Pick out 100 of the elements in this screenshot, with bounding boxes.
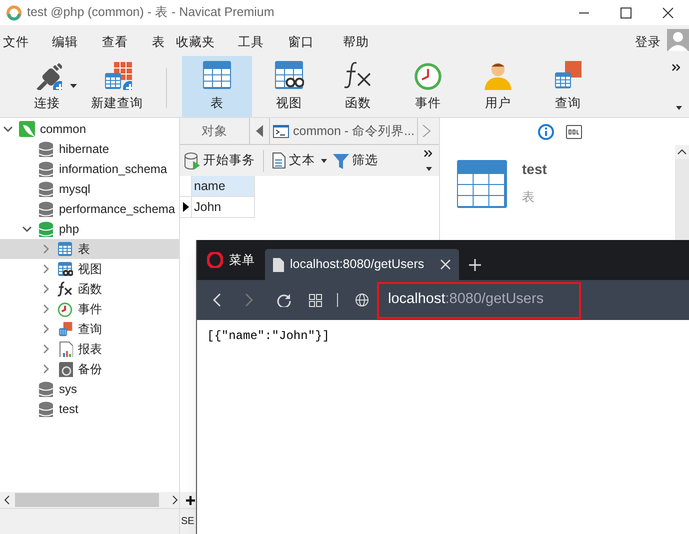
backup-icon — [57, 361, 73, 377]
clock-icon — [57, 301, 73, 317]
forward-icon — [245, 293, 253, 307]
tab[interactable]: common - 命令列界... — [269, 118, 418, 144]
browser-tab[interactable]: localhost:8080/getUsers — [265, 249, 460, 280]
function-icon — [57, 281, 73, 297]
scroll-left-icon — [3, 495, 11, 505]
ring-logo-icon — [207, 252, 223, 268]
tree-item[interactable]: information_schema — [0, 159, 179, 179]
database-icon — [38, 221, 54, 237]
toolbar-button[interactable]: 事件 — [393, 56, 463, 117]
tree-item[interactable]: 报表 — [0, 339, 179, 359]
tree-item[interactable]: 视图 — [0, 259, 179, 279]
toolbar-button[interactable]: 筛选 — [333, 151, 378, 170]
login-link[interactable]: 登录 — [635, 33, 661, 52]
database-icon — [38, 401, 54, 417]
tree-item[interactable]: hibernate — [0, 139, 179, 159]
toolbar-button[interactable]: 文本 — [272, 151, 315, 170]
avatar-icon — [667, 29, 689, 51]
menu-item[interactable]: 查看 — [102, 33, 128, 52]
close-tab-icon — [440, 259, 452, 270]
database-icon — [38, 161, 54, 177]
toolbar-button[interactable]: 视图 — [254, 56, 324, 117]
back-icon — [213, 293, 221, 307]
menu-item[interactable]: 帮助 — [343, 33, 369, 52]
object-type: 表 — [522, 189, 536, 206]
database-icon — [38, 141, 54, 157]
menu-item[interactable]: 编辑 — [52, 33, 78, 52]
tab-scroll-left-icon — [255, 125, 264, 137]
clock-icon — [413, 60, 443, 90]
database-play-icon — [184, 152, 200, 170]
menu-item[interactable]: 窗口 — [288, 33, 314, 52]
database-icon — [38, 181, 54, 197]
dropdown-caret-icon — [676, 106, 682, 110]
close-icon — [662, 6, 674, 18]
person-icon — [483, 60, 513, 90]
table-icon — [202, 60, 232, 90]
more-chevron-icon — [672, 64, 680, 71]
current-row-icon — [182, 202, 188, 212]
table-icon — [57, 241, 73, 257]
tree-item[interactable]: 备份 — [0, 359, 179, 379]
browser-menu-button[interactable]: 菜单 — [197, 240, 265, 280]
toolbar-button[interactable]: 表 — [182, 56, 252, 117]
speed-dial-icon — [309, 294, 322, 306]
json-response: [{"name":"John"}] — [207, 328, 330, 345]
maximize-icon — [620, 6, 632, 18]
filter-icon — [333, 152, 349, 168]
tables-icon — [57, 321, 73, 337]
document-icon — [272, 152, 286, 169]
tree-item[interactable]: 表 — [0, 239, 179, 259]
glasses-table-icon — [274, 60, 304, 90]
menu-item[interactable]: 收藏夹 — [176, 33, 215, 52]
menu-item[interactable]: 文件 — [3, 33, 29, 52]
toolbar-button[interactable]: 函数 — [323, 56, 393, 117]
toolbar-button[interactable]: 用户 — [463, 56, 533, 117]
address-field[interactable]: localhost:8080/getUsers — [377, 282, 581, 318]
toolbar-button[interactable]: 连接 — [12, 56, 82, 117]
status-text: SE — [181, 515, 194, 529]
tree-item[interactable]: performance_schema — [0, 199, 179, 219]
toolbar-button[interactable]: 新建查询 — [82, 56, 152, 117]
database-icon — [38, 201, 54, 217]
globe-icon — [355, 293, 369, 307]
tree-item[interactable]: mysql — [0, 179, 179, 199]
table-cell: John — [192, 197, 255, 218]
dropdown-caret-icon — [426, 167, 432, 171]
page-icon — [273, 258, 284, 272]
tab[interactable]: 对象 — [180, 118, 250, 144]
glasses-table-icon — [57, 261, 73, 277]
info-icon — [538, 124, 554, 140]
tree-item[interactable]: common — [0, 119, 179, 139]
reload-icon — [277, 293, 291, 307]
scrollbar-thumb[interactable] — [15, 493, 159, 507]
scroll-right-icon — [171, 495, 179, 505]
app-logo-icon — [6, 4, 22, 20]
toolbar-button[interactable]: 查询 — [533, 56, 603, 117]
database-icon — [38, 381, 54, 397]
tables-plus-icon — [102, 60, 132, 90]
menu-item[interactable]: 工具 — [238, 33, 264, 52]
dropdown-caret-icon — [321, 158, 327, 162]
ddl-icon — [566, 124, 582, 138]
tree-item[interactable]: 事件 — [0, 299, 179, 319]
column-header[interactable]: name — [192, 176, 255, 197]
object-name: test — [522, 160, 547, 179]
window-title: test @php (common) - 表 - Navicat Premium — [27, 4, 274, 22]
table-icon — [456, 159, 508, 209]
add-icon — [186, 496, 195, 504]
tree-item[interactable]: 函数 — [0, 279, 179, 299]
tables-icon — [553, 60, 583, 90]
tree-item[interactable]: test — [0, 399, 179, 419]
new-tab-icon — [469, 259, 482, 271]
toolbar-button[interactable]: 开始事务 — [184, 151, 255, 170]
tree-item[interactable]: php — [0, 219, 179, 239]
tab-scroll-right-icon — [422, 125, 432, 137]
menu-item[interactable]: 表 — [152, 33, 165, 52]
more-chevron-icon — [424, 150, 432, 157]
function-icon — [343, 60, 373, 90]
tree-item[interactable]: sys — [0, 379, 179, 399]
terminal-icon — [273, 124, 289, 138]
report-icon — [57, 341, 73, 357]
tree-item[interactable]: 查询 — [0, 319, 179, 339]
